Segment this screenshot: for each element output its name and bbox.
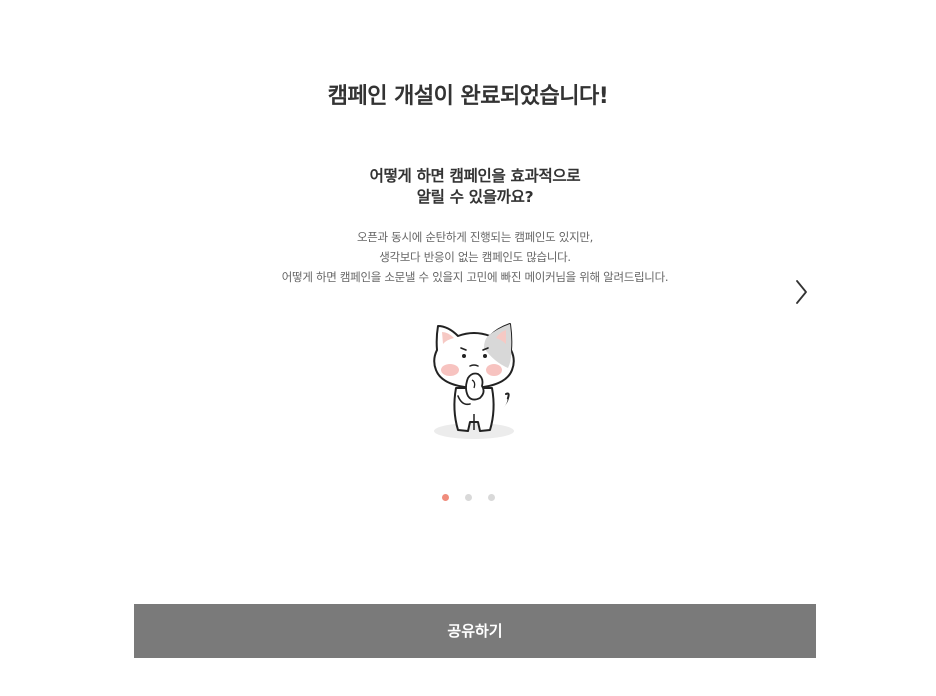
pagination-dot-1[interactable] (441, 494, 449, 501)
slide-description-line: 생각보다 반응이 없는 캠페인도 많습니다. (379, 250, 571, 264)
slide-description-line: 오픈과 동시에 순탄하게 진행되는 캠페인도 있지만, (356, 230, 593, 244)
carousel-pagination (0, 494, 936, 504)
slide-heading-line: 알릴 수 있을까요? (416, 188, 534, 206)
pagination-dot-3[interactable] (487, 494, 495, 501)
slide-heading-line: 어떻게 하면 캠페인을 효과적으로 (369, 167, 581, 185)
slide-description: 오픈과 동시에 순탄하게 진행되는 캠페인도 있지만, 생각보다 반응이 없는 … (134, 227, 816, 287)
next-slide-button[interactable] (791, 278, 811, 306)
thinking-cat-illustration (428, 318, 520, 444)
share-button[interactable]: 공유하기 (134, 604, 816, 658)
page-title: 캠페인 개설이 완료되었습니다! (327, 84, 609, 109)
slide-description-line: 어떻게 하면 캠페인을 소문낼 수 있을지 고민에 빠진 메이커님을 위해 알려… (281, 270, 669, 284)
pagination-dot-2[interactable] (464, 494, 472, 501)
chevron-right-icon (796, 280, 807, 304)
slide-heading: 어떻게 하면 캠페인을 효과적으로 알릴 수 있을까요? (134, 166, 816, 208)
